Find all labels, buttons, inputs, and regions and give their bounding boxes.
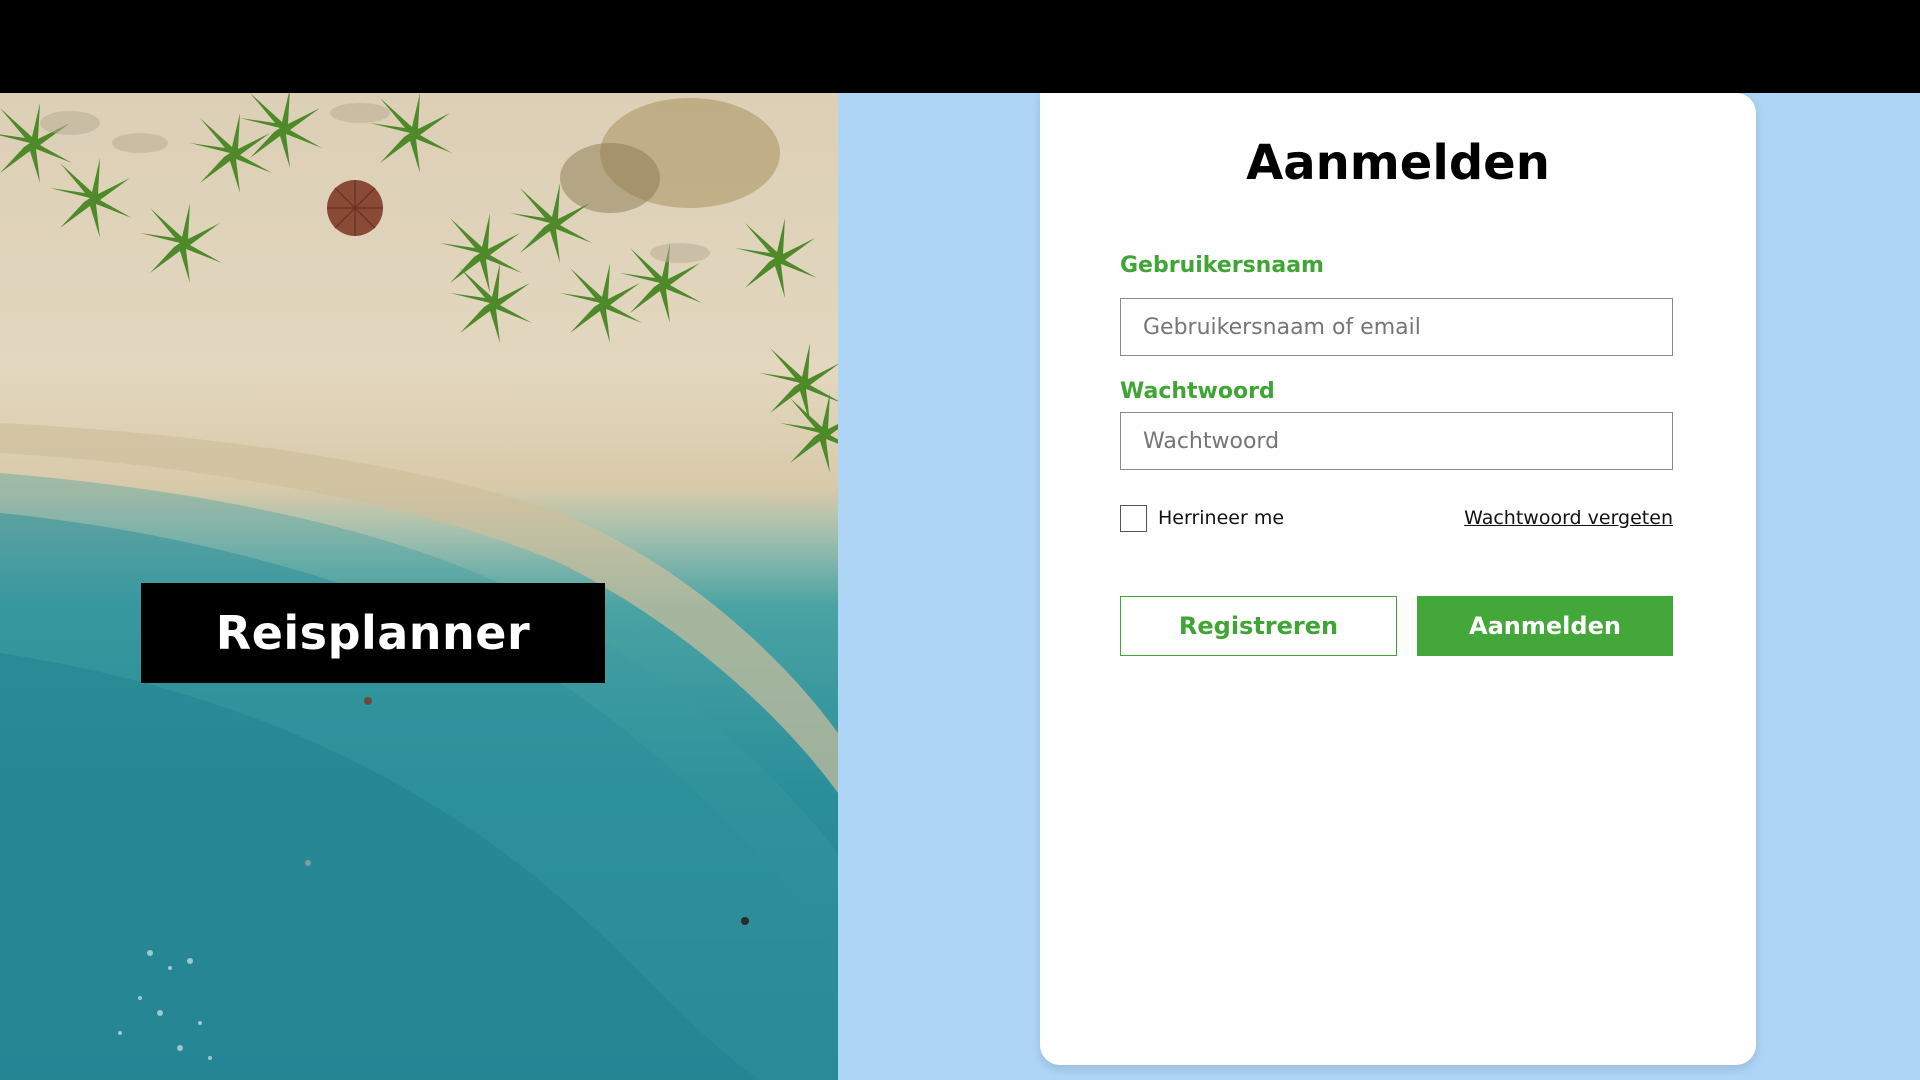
register-button[interactable]: Registreren <box>1120 596 1397 656</box>
page-title: Aanmelden <box>1246 135 1550 191</box>
password-label: Wachtwoord <box>1120 379 1275 404</box>
username-label: Gebruikersnaam <box>1120 253 1324 278</box>
top-bar <box>0 0 1920 93</box>
forgot-password-link[interactable]: Wachtwoord vergeten <box>1464 507 1673 529</box>
username-input[interactable] <box>1120 298 1673 356</box>
umbrella <box>327 180 383 236</box>
beach-hero-image: Reisplanner <box>0 93 838 1080</box>
password-input[interactable] <box>1120 412 1673 470</box>
remember-me-checkbox[interactable] <box>1120 505 1147 532</box>
login-button[interactable]: Aanmelden <box>1417 596 1673 656</box>
brand-banner: Reisplanner <box>141 583 605 683</box>
brand-name: Reisplanner <box>215 606 531 660</box>
login-card: Aanmelden Gebruikersnaam Wachtwoord Herr… <box>1040 93 1756 1065</box>
remember-row: Herrineer me Wachtwoord vergeten <box>1120 505 1673 535</box>
remember-me-label[interactable]: Herrineer me <box>1158 507 1284 529</box>
